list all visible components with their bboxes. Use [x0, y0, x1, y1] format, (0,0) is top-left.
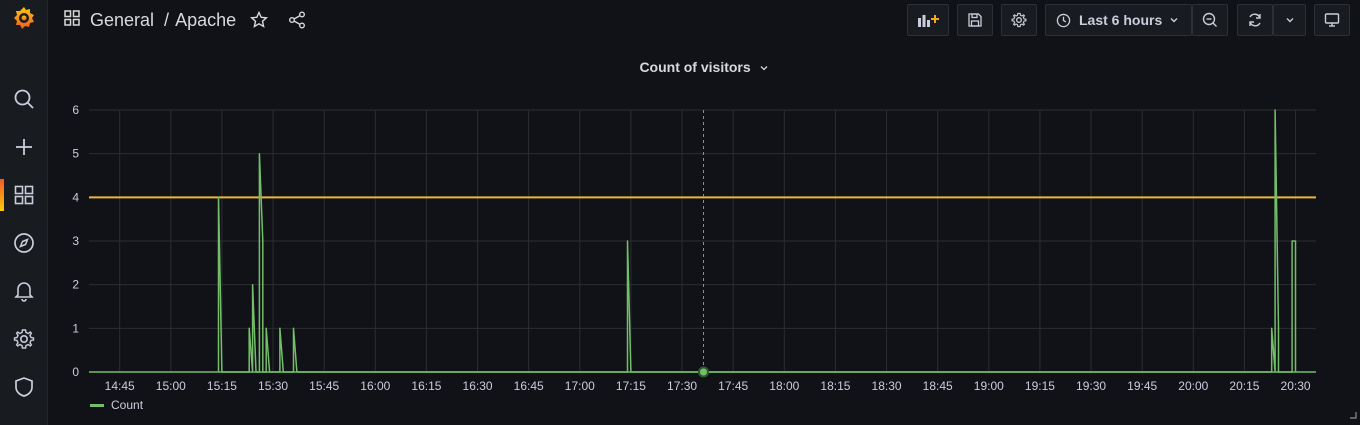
share-icon[interactable]	[288, 11, 306, 29]
x-tick-label: 19:15	[1025, 379, 1055, 393]
time-series-chart[interactable]: 0 1 2 3 4 5 6 14:45 15:00 15:15 15:30 15:45 16:00 16:…	[48, 100, 1360, 425]
breadcrumb-folder[interactable]: General	[90, 10, 154, 31]
legend-label-count: Count	[111, 398, 144, 412]
x-tick-label: 19:45	[1127, 379, 1157, 393]
top-navbar: General / Apache Last 6 hours	[48, 0, 1360, 40]
y-tick-label: 3	[72, 234, 79, 248]
dashboards-icon[interactable]	[0, 177, 48, 213]
x-tick-label: 16:45	[514, 379, 544, 393]
x-tick-label: 18:15	[820, 379, 850, 393]
x-tick-label: 17:30	[667, 379, 697, 393]
dashboard-grid-icon	[64, 9, 80, 31]
chart-svg[interactable]: 0 1 2 3 4 5 6 14:45 15:00 15:15 15:30 15:45 16:00 16:…	[48, 100, 1360, 425]
search-icon[interactable]	[0, 81, 48, 117]
y-tick-label: 1	[72, 321, 79, 335]
x-tick-label: 15:30	[258, 379, 288, 393]
x-tick-label: 15:00	[156, 379, 186, 393]
x-tick-label: 17:45	[718, 379, 748, 393]
breadcrumb: General / Apache	[64, 8, 306, 32]
dashboard-settings-button[interactable]	[1001, 4, 1037, 36]
breadcrumb-dashboard[interactable]: Apache	[175, 10, 236, 31]
gear-icon[interactable]	[0, 321, 48, 357]
x-tick-label: 17:15	[616, 379, 646, 393]
add-panel-button[interactable]	[907, 4, 949, 36]
x-tick-label: 18:30	[872, 379, 902, 393]
shield-icon[interactable]	[0, 369, 48, 405]
x-tick-label: 20:00	[1178, 379, 1208, 393]
chevron-down-icon	[1170, 18, 1178, 23]
hover-point	[698, 366, 709, 378]
star-icon[interactable]	[250, 11, 269, 29]
tv-mode-button[interactable]	[1314, 4, 1350, 36]
y-tick-label: 6	[72, 103, 79, 117]
bell-icon[interactable]	[0, 273, 48, 309]
plus-icon[interactable]	[0, 129, 48, 165]
y-tick-label: 5	[72, 147, 79, 161]
x-tick-label: 16:15	[411, 379, 441, 393]
resize-handle-icon	[1350, 412, 1357, 419]
y-tick-label: 0	[72, 365, 79, 379]
x-tick-label: 20:15	[1229, 379, 1259, 393]
x-tick-label: 19:30	[1076, 379, 1106, 393]
x-tick-label: 18:00	[769, 379, 799, 393]
x-tick-label: 15:45	[309, 379, 339, 393]
zoom-out-button[interactable]	[1192, 4, 1228, 36]
refresh-interval-dropdown[interactable]	[1273, 4, 1306, 36]
clock-icon	[1056, 13, 1071, 27]
time-range-label: Last 6 hours	[1079, 12, 1163, 28]
legend-swatch-count	[90, 404, 104, 407]
x-tick-label: 15:15	[207, 379, 237, 393]
panel-title[interactable]: Count of visitors	[48, 59, 1360, 75]
grafana-logo-icon[interactable]	[8, 2, 40, 34]
x-tick-label: 16:30	[463, 379, 493, 393]
breadcrumb-separator: /	[164, 9, 170, 30]
time-range-picker[interactable]: Last 6 hours	[1045, 4, 1192, 36]
save-dashboard-button[interactable]	[957, 4, 993, 36]
refresh-button[interactable]	[1237, 4, 1273, 36]
y-tick-label: 2	[72, 278, 79, 292]
x-tick-label: 14:45	[105, 379, 135, 393]
sidebar	[0, 0, 48, 425]
compass-icon[interactable]	[0, 225, 48, 261]
chevron-down-icon	[760, 66, 768, 71]
x-tick-label: 16:00	[360, 379, 390, 393]
y-tick-label: 4	[72, 190, 79, 204]
x-tick-label: 20:30	[1281, 379, 1311, 393]
panel-title-text: Count of visitors	[639, 59, 751, 75]
x-tick-label: 18:45	[923, 379, 953, 393]
chevron-down-icon	[1286, 18, 1293, 23]
x-tick-label: 19:00	[974, 379, 1004, 393]
x-tick-label: 17:00	[565, 379, 595, 393]
